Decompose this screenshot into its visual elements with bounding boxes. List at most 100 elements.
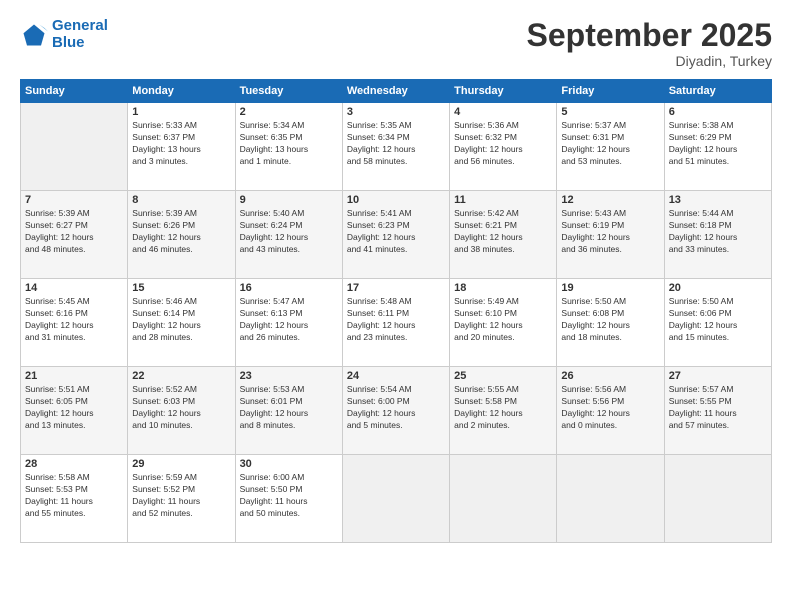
day-number: 24	[347, 370, 445, 382]
cell-2-5: 19 Sunrise: 5:50 AMSunset: 6:08 PMDayligh…	[557, 279, 664, 367]
day-number: 20	[669, 282, 767, 294]
cell-4-6	[664, 455, 771, 543]
cell-0-2: 2Sunrise: 5:34 AMSunset: 6:35 PMDaylight…	[235, 103, 342, 191]
day-header-friday: Friday	[557, 80, 664, 103]
calendar-table: SundayMondayTuesdayWednesdayThursdayFrid…	[20, 79, 772, 543]
day-number: 30	[240, 458, 338, 470]
cell-1-3: 10Sunrise: 5:41 AMSunset: 6:23 PMDayligh…	[342, 191, 449, 279]
day-number: 26	[561, 370, 659, 382]
day-info: Sunrise: 5:42 AMSunset: 6:21 PMDaylight:…	[454, 208, 552, 256]
day-number: 17	[347, 282, 445, 294]
day-number: 7	[25, 194, 123, 206]
cell-4-0: 28 Sunrise: 5:58 AMSunset: 5:53 PMDayligh…	[21, 455, 128, 543]
cell-2-6: 20 Sunrise: 5:50 AMSunset: 6:06 PMDayligh…	[664, 279, 771, 367]
day-info: Sunrise: 5:59 AMSunset: 5:52 PMDaylight:…	[132, 472, 230, 520]
day-info: Sunrise: 5:56 AMSunset: 5:56 PMDaylight:…	[561, 384, 659, 432]
cell-2-0: 14 Sunrise: 5:45 AMSunset: 6:16 PMDayligh…	[21, 279, 128, 367]
day-info: Sunrise: 5:50 AMSunset: 6:06 PMDaylight:…	[669, 296, 767, 344]
day-number: 9	[240, 194, 338, 206]
cell-2-1: 15 Sunrise: 5:46 AMSunset: 6:14 PMDayligh…	[128, 279, 235, 367]
day-number: 27	[669, 370, 767, 382]
logo-icon	[20, 21, 48, 49]
cell-1-6: 13Sunrise: 5:44 AMSunset: 6:18 PMDayligh…	[664, 191, 771, 279]
day-number: 4	[454, 106, 552, 118]
cell-1-4: 11 Sunrise: 5:42 AMSunset: 6:21 PMDayligh…	[450, 191, 557, 279]
day-info: Sunrise: 5:57 AMSunset: 5:55 PMDaylight:…	[669, 384, 767, 432]
day-info: Sunrise: 5:36 AMSunset: 6:32 PMDaylight:…	[454, 120, 552, 168]
week-row-4: 28 Sunrise: 5:58 AMSunset: 5:53 PMDayligh…	[21, 455, 772, 543]
day-number: 22	[132, 370, 230, 382]
title-area: September 2025 Diyadin, Turkey	[527, 18, 772, 69]
day-info: Sunrise: 5:48 AMSunset: 6:11 PMDaylight:…	[347, 296, 445, 344]
month-title: September 2025	[527, 18, 772, 53]
week-row-1: 7 Sunrise: 5:39 AMSunset: 6:27 PMDaylight…	[21, 191, 772, 279]
day-header-tuesday: Tuesday	[235, 80, 342, 103]
calendar-body: 1 Sunrise: 5:33 AMSunset: 6:37 PMDaylight…	[21, 103, 772, 543]
day-header-thursday: Thursday	[450, 80, 557, 103]
day-number: 5	[561, 106, 659, 118]
day-info: Sunrise: 5:51 AMSunset: 6:05 PMDaylight:…	[25, 384, 123, 432]
cell-3-1: 22 Sunrise: 5:52 AMSunset: 6:03 PMDayligh…	[128, 367, 235, 455]
cell-3-4: 25 Sunrise: 5:55 AMSunset: 5:58 PMDayligh…	[450, 367, 557, 455]
day-info: Sunrise: 5:38 AMSunset: 6:29 PMDaylight:…	[669, 120, 767, 168]
day-info: Sunrise: 5:37 AMSunset: 6:31 PMDaylight:…	[561, 120, 659, 168]
day-info: Sunrise: 5:44 AMSunset: 6:18 PMDaylight:…	[669, 208, 767, 256]
day-number: 28	[25, 458, 123, 470]
day-info: Sunrise: 5:33 AMSunset: 6:37 PMDaylight:…	[132, 120, 230, 168]
day-info: Sunrise: 5:35 AMSunset: 6:34 PMDaylight:…	[347, 120, 445, 168]
day-info: Sunrise: 5:41 AMSunset: 6:23 PMDaylight:…	[347, 208, 445, 256]
cell-4-5	[557, 455, 664, 543]
week-row-3: 21Sunrise: 5:51 AMSunset: 6:05 PMDayligh…	[21, 367, 772, 455]
day-number: 1	[132, 106, 230, 118]
cell-0-1: 1 Sunrise: 5:33 AMSunset: 6:37 PMDaylight…	[128, 103, 235, 191]
day-number: 12	[561, 194, 659, 206]
day-number: 25	[454, 370, 552, 382]
cell-4-2: 30Sunrise: 6:00 AMSunset: 5:50 PMDayligh…	[235, 455, 342, 543]
cell-4-1: 29Sunrise: 5:59 AMSunset: 5:52 PMDayligh…	[128, 455, 235, 543]
cell-0-0	[21, 103, 128, 191]
day-info: Sunrise: 5:47 AMSunset: 6:13 PMDaylight:…	[240, 296, 338, 344]
cell-0-3: 3Sunrise: 5:35 AMSunset: 6:34 PMDaylight…	[342, 103, 449, 191]
day-info: Sunrise: 5:40 AMSunset: 6:24 PMDaylight:…	[240, 208, 338, 256]
logo: General Blue	[20, 18, 108, 51]
header-row: SundayMondayTuesdayWednesdayThursdayFrid…	[21, 80, 772, 103]
cell-3-2: 23Sunrise: 5:53 AMSunset: 6:01 PMDayligh…	[235, 367, 342, 455]
day-header-wednesday: Wednesday	[342, 80, 449, 103]
cell-2-2: 16 Sunrise: 5:47 AMSunset: 6:13 PMDayligh…	[235, 279, 342, 367]
day-info: Sunrise: 5:50 AMSunset: 6:08 PMDaylight:…	[561, 296, 659, 344]
day-info: Sunrise: 5:45 AMSunset: 6:16 PMDaylight:…	[25, 296, 123, 344]
week-row-2: 14 Sunrise: 5:45 AMSunset: 6:16 PMDayligh…	[21, 279, 772, 367]
day-number: 11	[454, 194, 552, 206]
cell-2-4: 18Sunrise: 5:49 AMSunset: 6:10 PMDayligh…	[450, 279, 557, 367]
cell-4-3	[342, 455, 449, 543]
day-number: 6	[669, 106, 767, 118]
day-number: 19	[561, 282, 659, 294]
cell-0-4: 4 Sunrise: 5:36 AMSunset: 6:32 PMDaylight…	[450, 103, 557, 191]
day-info: Sunrise: 5:46 AMSunset: 6:14 PMDaylight:…	[132, 296, 230, 344]
cell-4-4	[450, 455, 557, 543]
day-header-saturday: Saturday	[664, 80, 771, 103]
week-row-0: 1 Sunrise: 5:33 AMSunset: 6:37 PMDaylight…	[21, 103, 772, 191]
day-header-sunday: Sunday	[21, 80, 128, 103]
cell-3-5: 26 Sunrise: 5:56 AMSunset: 5:56 PMDayligh…	[557, 367, 664, 455]
subtitle: Diyadin, Turkey	[527, 53, 772, 69]
day-number: 14	[25, 282, 123, 294]
day-info: Sunrise: 5:54 AMSunset: 6:00 PMDaylight:…	[347, 384, 445, 432]
cell-1-2: 9 Sunrise: 5:40 AMSunset: 6:24 PMDaylight…	[235, 191, 342, 279]
day-info: Sunrise: 5:34 AMSunset: 6:35 PMDaylight:…	[240, 120, 338, 168]
day-number: 8	[132, 194, 230, 206]
day-info: Sunrise: 5:58 AMSunset: 5:53 PMDaylight:…	[25, 472, 123, 520]
logo-line2: Blue	[52, 34, 85, 51]
day-number: 16	[240, 282, 338, 294]
day-info: Sunrise: 5:39 AMSunset: 6:27 PMDaylight:…	[25, 208, 123, 256]
cell-1-1: 8Sunrise: 5:39 AMSunset: 6:26 PMDaylight…	[128, 191, 235, 279]
page: General Blue September 2025 Diyadin, Tur…	[0, 0, 792, 612]
day-number: 15	[132, 282, 230, 294]
day-info: Sunrise: 5:52 AMSunset: 6:03 PMDaylight:…	[132, 384, 230, 432]
cell-2-3: 17 Sunrise: 5:48 AMSunset: 6:11 PMDayligh…	[342, 279, 449, 367]
logo-text: General Blue	[52, 18, 108, 51]
day-header-monday: Monday	[128, 80, 235, 103]
cell-3-3: 24 Sunrise: 5:54 AMSunset: 6:00 PMDayligh…	[342, 367, 449, 455]
cell-3-0: 21Sunrise: 5:51 AMSunset: 6:05 PMDayligh…	[21, 367, 128, 455]
day-info: Sunrise: 5:55 AMSunset: 5:58 PMDaylight:…	[454, 384, 552, 432]
